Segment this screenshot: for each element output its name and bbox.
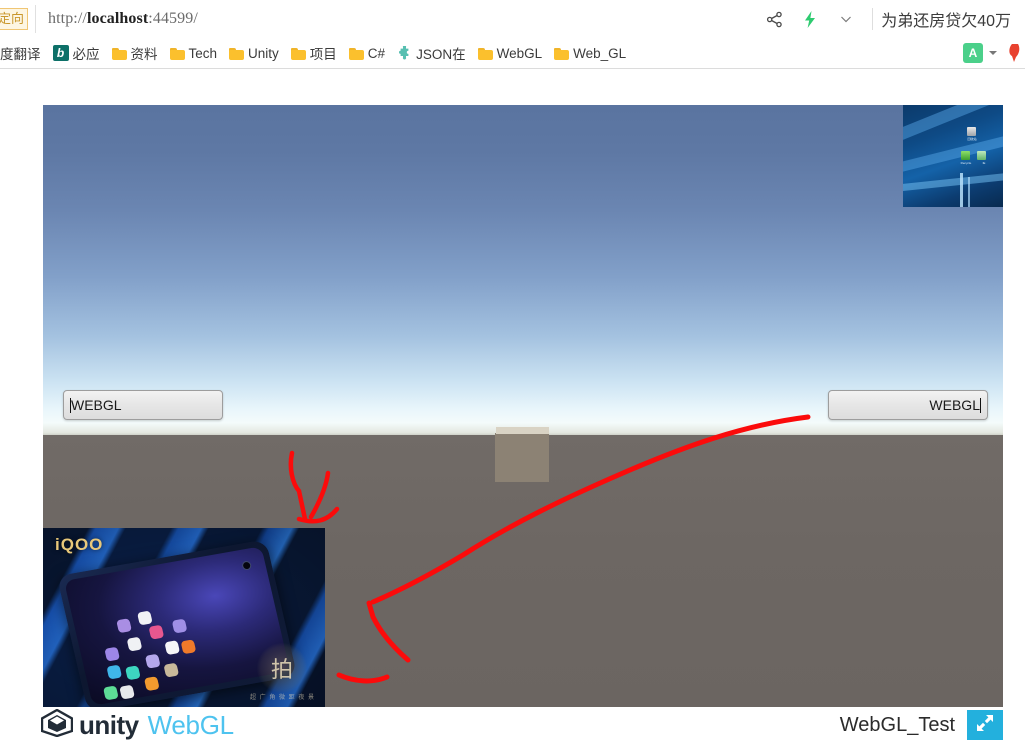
bookmark-item-csharp[interactable]: C# <box>343 41 391 65</box>
bookmark-label: WebGL <box>496 45 543 61</box>
bookmark-pin-icon[interactable] <box>1005 43 1023 63</box>
bing-icon: b <box>52 45 69 61</box>
unity-logo-group[interactable]: unity WebGL <box>40 708 234 742</box>
url-scheme: http:// <box>48 10 87 27</box>
phone-app-icon <box>106 664 123 680</box>
bookmark-item-bing[interactable]: b 必应 <box>47 41 106 65</box>
phone-app-icon <box>180 639 197 655</box>
wallpaper-window-pane <box>968 177 970 207</box>
bookmark-label: Unity <box>248 45 279 61</box>
address-bar-actions: 为弟还房贷欠40万 <box>756 0 1025 38</box>
bookmarks-bar: 度翻译 b 必应 资料 Tech Unity 项目 C# JSON在 WebGL… <box>0 38 1025 69</box>
phone-app-icon <box>125 665 141 681</box>
bookmark-item-unity[interactable]: Unity <box>223 41 285 65</box>
phone-app-icon <box>116 618 132 634</box>
bookmark-item-ziliao[interactable]: 资料 <box>106 41 164 65</box>
desktop-icon-app-green <box>961 151 970 160</box>
bookmark-label: C# <box>367 45 386 61</box>
browser-window: 定向 http://localhost:44599/ 为弟还房贷欠40万 度翻译… <box>0 0 1025 743</box>
translate-extension-icon[interactable]: A <box>963 43 983 63</box>
wallpaper-window-pane <box>960 173 963 207</box>
iqoo-brand-logo: iQOO <box>55 535 104 554</box>
unity-footer: unity WebGL WebGL_Test <box>40 707 1003 743</box>
bookmark-label: 必应 <box>72 47 100 62</box>
bookmark-label: Tech <box>188 45 218 61</box>
punch-hole-camera <box>241 560 253 571</box>
fullscreen-button[interactable] <box>967 710 1003 740</box>
ad-seal-badge: 拍 <box>257 643 307 693</box>
url-host: localhost <box>86 10 149 27</box>
bookmark-item-webgl[interactable]: WebGL <box>472 41 549 65</box>
folder-icon <box>229 47 245 60</box>
lightning-bolt-icon[interactable] <box>797 6 823 32</box>
ad-seal-character: 拍 <box>270 657 293 682</box>
cube-top-face <box>496 427 549 434</box>
folder-icon <box>554 47 570 60</box>
promo-text[interactable]: 为弟还房贷欠40万 <box>881 7 1015 31</box>
windows-desktop-screenshot: 回收站 Recycle IE <box>903 105 1003 207</box>
chevron-down-icon[interactable] <box>833 6 859 32</box>
cube-front-face <box>495 433 549 482</box>
desktop-icon-label: 回收站 <box>967 137 977 141</box>
iqoo-phone-advertisement: iQOO 拍 超 广 角 微 距 夜 景 <box>43 528 325 707</box>
unity-cube-icon <box>40 708 74 742</box>
ad-seal-subtitle: 超 广 角 微 距 夜 景 <box>249 695 315 701</box>
right-input-value: WEBGL <box>929 397 980 413</box>
bookmark-item-json[interactable]: JSON在 <box>391 41 472 65</box>
unity-webgl-player: 回收站 Recycle IE iQOO 拍 超 广 角 微 距 夜 景 WEBG… <box>40 105 1003 743</box>
right-input-field[interactable]: WEBGL <box>828 390 988 420</box>
bookmark-label: 度翻译 <box>0 47 41 62</box>
folder-icon <box>290 47 306 60</box>
bookmark-label: Web_GL <box>573 45 627 61</box>
url-rest: :44599/ <box>148 10 198 27</box>
text-caret <box>980 397 981 413</box>
folder-icon <box>348 47 364 60</box>
phone-app-icon <box>143 676 160 692</box>
phone-app-icon <box>144 653 161 669</box>
unity-wordmark: unity <box>79 709 139 740</box>
build-title: WebGL_Test <box>839 713 955 736</box>
folder-icon <box>111 47 127 60</box>
unity-canvas[interactable]: 回收站 Recycle IE iQOO 拍 超 广 角 微 距 夜 景 WEBG… <box>43 105 1003 707</box>
bookmark-item-tech[interactable]: Tech <box>164 41 224 65</box>
address-bar-divider <box>35 5 36 33</box>
left-input-value: WEBGL <box>71 397 122 413</box>
phone-app-icon <box>148 624 165 640</box>
phone-app-icon <box>126 636 143 652</box>
folder-icon <box>169 47 185 60</box>
address-bar: 定向 http://localhost:44599/ 为弟还房贷欠40万 <box>0 0 1025 39</box>
desktop-icon-recycle-bin <box>967 127 976 136</box>
phone-app-icon <box>136 610 153 626</box>
phone-screen <box>63 546 291 706</box>
desktop-icon-label: IE <box>982 161 986 165</box>
bookmark-item-xiangmu[interactable]: 项目 <box>285 41 343 65</box>
scene-cube <box>495 427 549 482</box>
puzzle-icon <box>397 44 412 61</box>
webgl-wordmark: WebGL <box>147 709 234 740</box>
phone-app-icon <box>102 685 119 701</box>
footer-right-group: WebGL_Test <box>840 707 1003 743</box>
page-content: 回收站 Recycle IE iQOO 拍 超 广 角 微 距 夜 景 WEBG… <box>0 69 1025 743</box>
skybox-gradient <box>43 105 1003 436</box>
redirect-badge: 定向 <box>0 8 28 30</box>
phone-app-icon <box>164 640 181 656</box>
bookmarks-bar-actions: A <box>963 43 1025 63</box>
phone-app-icon <box>104 646 121 662</box>
address-bar-separator <box>872 8 874 30</box>
fullscreen-expand-icon <box>975 713 995 738</box>
chevron-down-icon[interactable] <box>989 51 997 55</box>
bookmark-label: 资料 <box>130 47 158 62</box>
bookmark-label: JSON在 <box>416 47 466 62</box>
bookmark-item-web-gl[interactable]: Web_GL <box>548 41 632 65</box>
bookmark-item-translate[interactable]: 度翻译 <box>0 41 47 65</box>
share-icon[interactable] <box>761 6 787 32</box>
bookmark-label: 项目 <box>309 47 337 62</box>
phone-app-icon <box>171 618 188 634</box>
desktop-icon-app-blue <box>977 151 986 160</box>
phone-app-icon <box>163 662 180 678</box>
phone-app-icon <box>119 684 135 700</box>
left-input-field[interactable]: WEBGL <box>63 390 223 420</box>
url-text[interactable]: http://localhost:44599/ <box>48 10 198 28</box>
folder-icon <box>477 47 493 60</box>
